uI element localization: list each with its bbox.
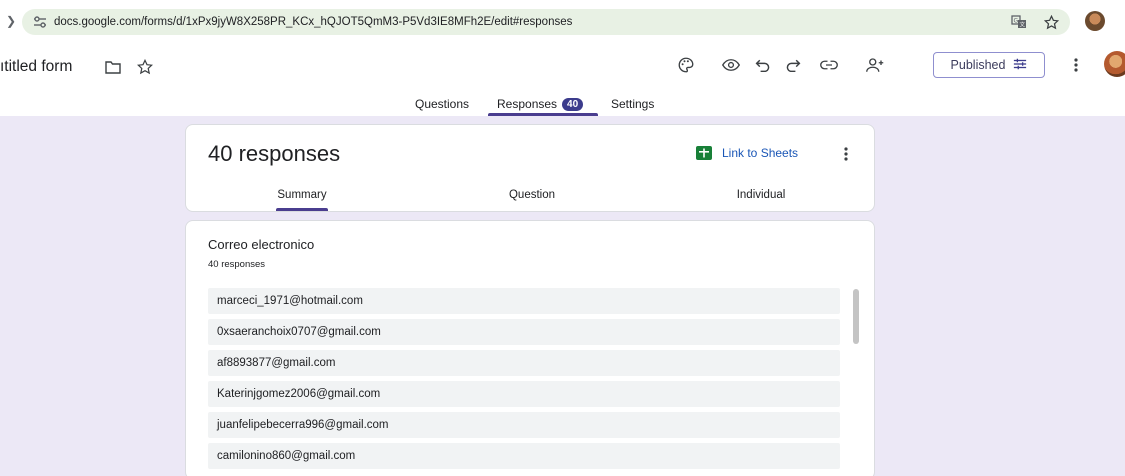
folder-icon[interactable] [104, 58, 122, 76]
question-response-count: 40 responses [208, 259, 266, 270]
tab-questions[interactable]: Questions [415, 97, 469, 111]
responses-summary-card: 40 responses Link to Sheets Summary Ques… [185, 124, 875, 212]
response-list: marceci_1971@hotmail.com 0xsaeranchoix07… [208, 288, 840, 474]
back-icon[interactable]: ❯ [6, 14, 16, 28]
subtab-question[interactable]: Question [472, 189, 592, 201]
subtab-summary[interactable]: Summary [242, 189, 362, 201]
redo-icon[interactable] [780, 52, 806, 78]
undo-icon[interactable] [750, 52, 776, 78]
response-item: Katerinjgomez2006@gmail.com [208, 381, 840, 407]
palette-icon[interactable] [673, 52, 699, 78]
address-bar[interactable]: docs.google.com/forms/d/1xPx9jyW8X258PR_… [22, 9, 1070, 35]
response-item: 0xsaeranchoix0707@gmail.com [208, 319, 840, 345]
responses-count-heading: 40 responses [208, 141, 341, 166]
form-title[interactable]: ıtitled form [0, 58, 72, 76]
sheets-icon [696, 145, 712, 161]
response-item: marceci_1971@hotmail.com [208, 288, 840, 314]
active-subtab-indicator [276, 208, 328, 211]
svg-text:文: 文 [1020, 21, 1026, 29]
response-item: af8893877@gmail.com [208, 350, 840, 376]
more-vert-icon[interactable] [1066, 53, 1086, 77]
tab-settings[interactable]: Settings [611, 97, 654, 111]
account-avatar[interactable] [1104, 51, 1125, 77]
link-icon[interactable] [816, 52, 842, 78]
more-options-icon[interactable] [838, 144, 854, 164]
link-to-sheets-label: Link to Sheets [722, 146, 799, 160]
add-collaborator-icon[interactable] [862, 52, 888, 78]
tab-responses-label: Responses [497, 97, 558, 111]
tab-responses[interactable]: Responses 40 [497, 97, 584, 111]
published-button[interactable]: Published [933, 52, 1045, 78]
link-to-sheets-button[interactable]: Link to Sheets [696, 145, 798, 161]
profile-avatar[interactable] [1085, 11, 1105, 31]
bookmark-star-icon[interactable] [1042, 13, 1060, 31]
tune-icon[interactable] [28, 9, 52, 35]
star-icon[interactable] [136, 58, 154, 76]
published-label: Published [950, 58, 1006, 72]
preview-icon[interactable] [718, 52, 744, 78]
browser-toolbar: ❯ docs.google.com/forms/d/1xPx9jyW8X258P… [0, 0, 1125, 42]
response-item: camilonino860@gmail.com [208, 443, 840, 469]
translate-icon[interactable]: G文 [1010, 13, 1028, 31]
response-item: juanfelipebecerra996@gmail.com [208, 412, 840, 438]
subtab-individual[interactable]: Individual [701, 189, 821, 201]
question-card: Correo electronico 40 responses marceci_… [185, 220, 875, 476]
url-text[interactable]: docs.google.com/forms/d/1xPx9jyW8X258PR_… [54, 16, 572, 28]
svg-text:G: G [1014, 18, 1019, 25]
publish-settings-icon [1013, 57, 1027, 74]
question-title: Correo electronico [208, 237, 315, 252]
scrollbar-thumb[interactable] [853, 289, 859, 344]
responses-badge: 40 [562, 98, 584, 111]
